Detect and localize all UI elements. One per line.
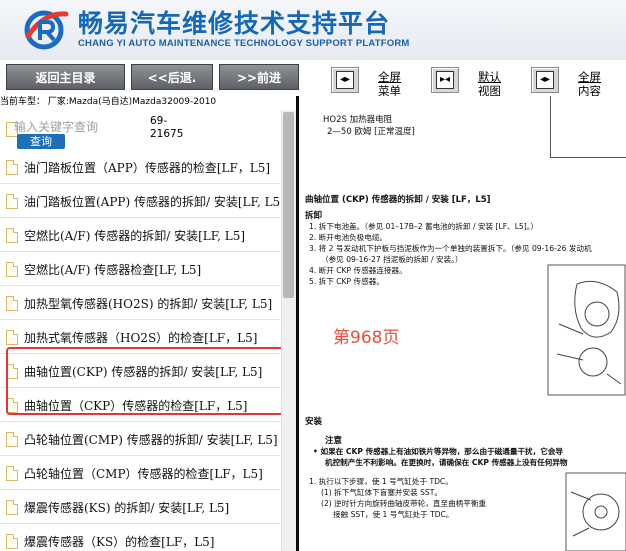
list-scrollbar-thumb[interactable] <box>283 112 294 298</box>
topic-list-panel: 查询 69- 21675 油门踏板位置（APP）传感器的检查[LF，L5] 油门… <box>0 110 280 551</box>
list-item-label: 爆震传感器（KS）的检查[LF，L5] <box>24 535 215 549</box>
doc-heading-resistance-value: 2—50 欧姆 [正常温度] <box>327 127 415 137</box>
list-item[interactable]: 加热型氧传感器(HO2S) 的拆卸/ 安装[LF, L5] <box>0 286 280 320</box>
list-item[interactable]: 凸轮轴位置（CMP）传感器的检查[LF，L5] <box>0 456 280 490</box>
document-icon <box>6 228 18 243</box>
list-item-label: 空燃比(A/F) 传感器检查[LF, L5] <box>24 263 202 277</box>
doc-step-1: 1. 拆下电池盖。（参见 01–17B–2 蓄电池的拆卸 / 安装 [LF、L5… <box>309 222 539 231</box>
doc-install-step-1b: (2) 逆时针方向旋转曲轴皮带轮，直至曲柄平衡重 <box>321 499 487 508</box>
menu-fullscreen-button[interactable]: ◂▸ <box>331 67 359 93</box>
doc-install-heading: 安装 <box>305 417 323 427</box>
document-viewer: HO2S 加热器电阻 2—50 欧姆 [正常温度] 曲轴位置 (CKP) 传感器… <box>299 96 626 551</box>
list-item[interactable]: 油门踏板位置(APP) 传感器的拆卸/ 安装[LF, L5] <box>0 184 280 218</box>
default-view-icon: ▸◂ <box>436 71 454 89</box>
doc-note-line-1: • 如果在 CKP 传感器上有油如铁片等异物，那么由于磁通量干扰，它会导 <box>313 447 564 456</box>
fullscreen-menu-icon: ◂▸ <box>336 71 354 89</box>
list-item-label: 油门踏板位置（APP）传感器的检查[LF，L5] <box>24 161 271 175</box>
list-item-label: 凸轮轴位置（CMP）传感器的检查[LF，L5] <box>24 467 263 481</box>
toolbar: 返回主目录 <<后退. >>前进 ◂▸ 全屏 菜单 ▸◂ 默认 视图 ◂▸ 全屏… <box>0 60 626 98</box>
default-view-button[interactable]: ▸◂ <box>431 67 459 93</box>
search-button[interactable]: 查询 <box>17 134 65 149</box>
list-item-label: 油门踏板位置(APP) 传感器的拆卸/ 安装[LF, L5] <box>24 195 280 209</box>
default-view-label-line1: 默认 <box>478 70 501 84</box>
list-item-label: 凸轮轴位置(CMP) 传感器的拆卸/ 安装[LF, L5] <box>24 433 278 447</box>
result-count: 69- 21675 <box>150 115 190 141</box>
default-view-label[interactable]: 默认 视图 <box>478 70 501 98</box>
doc-install-step-1: 1. 执行以下步骤，使 1 号气缸处于 TDC。 <box>309 477 453 486</box>
content-fullscreen-label[interactable]: 全屏 内容 <box>578 70 601 98</box>
menu-fullscreen-label[interactable]: 全屏 菜单 <box>378 70 401 98</box>
document-icon <box>6 330 18 345</box>
content-fullscreen-label-line1: 全屏 <box>578 70 601 84</box>
doc-install-step-1c: 接触 SST，使 1 号气缸处于 TDC。 <box>333 510 454 519</box>
page-number: 第968页 <box>333 328 400 348</box>
list-item-label: 加热式氧传感器（HO2S）的检查[LF，L5] <box>24 331 258 345</box>
doc-step-2: 2. 断开电池负极电缆。 <box>309 233 388 242</box>
search-bar: 查询 69- 21675 <box>0 110 280 150</box>
doc-install-step-1a: (1) 拆下气缸体下盲塞并安装 SST。 <box>321 488 442 497</box>
document-icon <box>6 500 18 515</box>
doc-note-line-2: 机控制产生不利影响。在更换时，请确保在 CKP 传感器上没有任何异物 <box>325 458 568 467</box>
back-button[interactable]: <<后退. <box>131 64 213 90</box>
document-icon <box>6 466 18 481</box>
figure-ckp-install <box>565 472 626 551</box>
list-item[interactable]: 凸轮轴位置(CMP) 传感器的拆卸/ 安装[LF, L5] <box>0 422 280 456</box>
content-fullscreen-button[interactable]: ◂▸ <box>531 67 559 93</box>
list-item[interactable]: 爆震传感器（KS）的检查[LF，L5] <box>0 524 280 551</box>
doc-note-heading: 注意 <box>325 436 343 446</box>
list-item-label: 爆震传感器(KS) 的拆卸/ 安装[LF, L5] <box>24 501 230 515</box>
doc-title: 曲轴位置 (CKP) 传感器的拆卸 / 安装 [LF，L5] <box>305 195 491 205</box>
menu-fullscreen-label-line1: 全屏 <box>378 70 401 84</box>
result-count-line2: 21675 <box>150 128 184 140</box>
figure-ckp-removal <box>547 264 626 396</box>
result-count-line1: 69- <box>150 115 168 127</box>
document-icon <box>6 194 18 209</box>
list-item[interactable]: 爆震传感器(KS) 的拆卸/ 安装[LF, L5] <box>0 490 280 524</box>
list-item[interactable]: 空燃比(A/F) 传感器的拆卸/ 安装[LF, L5] <box>0 218 280 252</box>
doc-step-5: 5. 拆下 CKP 传感器。 <box>309 277 384 286</box>
document-icon <box>6 262 18 277</box>
current-car-model: 当前车型： 厂家:Mazda(马自达)Mazda32009-2010 <box>0 97 217 107</box>
list-item[interactable]: 空燃比(A/F) 传感器检查[LF, L5] <box>0 252 280 286</box>
doc-remove-heading: 拆卸 <box>305 211 323 221</box>
figure-top <box>550 96 626 158</box>
list-item-label: 空燃比(A/F) 传感器的拆卸/ 安装[LF, L5] <box>24 229 246 243</box>
highlight-box <box>6 347 286 415</box>
app-header: 畅易汽车维修技术支持平台 CHANG YI AUTO MAINTENANCE T… <box>0 0 626 60</box>
cy-logo-icon <box>24 10 69 50</box>
list-item-label: 加热型氧传感器(HO2S) 的拆卸/ 安装[LF, L5] <box>24 297 273 311</box>
list-item[interactable]: 油门踏板位置（APP）传感器的检查[LF，L5] <box>0 150 280 184</box>
brand-title: 畅易汽车维修技术支持平台 <box>78 9 391 38</box>
doc-step-3: 3. 将 2 号发动机下护板与挡泥板作为一个单独的装置拆下。（参见 09-16-… <box>309 244 592 253</box>
fullscreen-content-icon: ◂▸ <box>536 71 554 89</box>
doc-heading-resistance: HO2S 加热器电阻 <box>323 115 393 125</box>
doc-step-4: 4. 断开 CKP 传感器连接器。 <box>309 266 407 275</box>
home-button[interactable]: 返回主目录 <box>6 64 125 90</box>
document-icon <box>6 296 18 311</box>
document-icon <box>6 534 18 549</box>
doc-step-3-ref: （参见 09-16-27 挡泥板的拆卸 / 安装。） <box>321 255 463 264</box>
forward-button[interactable]: >>前进 <box>219 64 299 90</box>
document-icon <box>6 160 18 175</box>
brand-subtitle: CHANG YI AUTO MAINTENANCE TECHNOLOGY SUP… <box>78 38 410 49</box>
document-icon <box>6 432 18 447</box>
